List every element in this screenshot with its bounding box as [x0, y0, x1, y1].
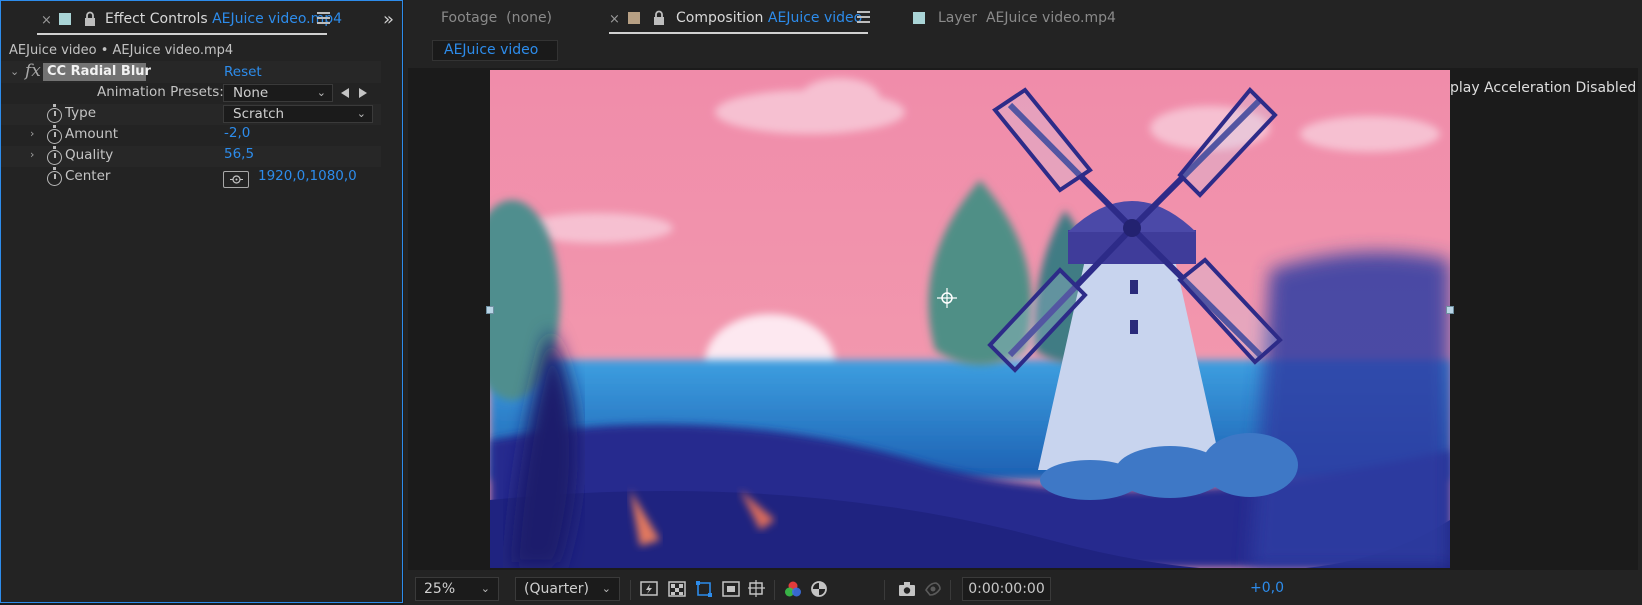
- comp-color-swatch: [628, 12, 640, 24]
- effect-controls-panel: × Effect Controls AEJuice video.mp4 » AE…: [0, 0, 403, 603]
- layer-breadcrumb: AEJuice video • AEJuice video.mp4: [9, 43, 234, 58]
- reset-button[interactable]: Reset: [224, 64, 262, 80]
- animation-presets-dropdown[interactable]: None ⌄: [223, 84, 333, 102]
- toolbar-separator: [630, 580, 631, 600]
- amount-value[interactable]: -2,0: [224, 125, 250, 141]
- camera-icon[interactable]: [898, 580, 916, 598]
- lock-icon[interactable]: [652, 10, 666, 26]
- viewer-toolbar: 25% ⌄ (Quarter) ⌄ +0,0 0:00:00:00: [408, 574, 1642, 605]
- toolbar-separator: [884, 580, 885, 600]
- type-label: Type: [65, 105, 97, 121]
- animation-presets-label: Animation Presets:: [97, 84, 224, 100]
- layer-color-swatch: [59, 13, 71, 25]
- footage-tab[interactable]: Footage (none): [441, 10, 552, 26]
- current-time-field[interactable]: 0:00:00:00: [962, 577, 1051, 601]
- layer-handle-right[interactable]: [1446, 306, 1454, 314]
- windmill-illustration: [490, 70, 1450, 568]
- composition-canvas[interactable]: [490, 70, 1450, 568]
- resolution-dropdown[interactable]: (Quarter) ⌄: [515, 577, 620, 601]
- panel-menu-icon[interactable]: [317, 12, 330, 24]
- toolbar-separator: [950, 580, 951, 600]
- stopwatch-icon[interactable]: [47, 167, 62, 186]
- center-label: Center: [65, 168, 111, 184]
- region-of-interest-icon[interactable]: [722, 580, 740, 598]
- fast-previews-icon[interactable]: [640, 580, 658, 598]
- display-acceleration-notice: Display Acceleration Disabled: [1428, 80, 1637, 96]
- layer-color-swatch: [913, 12, 925, 24]
- effect-controls-tabbar: × Effect Controls AEJuice video.mp4 »: [1, 1, 402, 39]
- layer-tab[interactable]: Layer AEJuice video.mp4: [938, 10, 1116, 26]
- mask-visibility-icon[interactable]: [695, 580, 713, 598]
- close-icon[interactable]: ×: [609, 12, 620, 27]
- anchor-point-icon[interactable]: [937, 288, 957, 308]
- chevron-right-icon[interactable]: ›: [30, 127, 34, 140]
- magnification-dropdown[interactable]: 25% ⌄: [415, 577, 499, 601]
- guides-icon[interactable]: [748, 580, 766, 598]
- panel-menu-icon[interactable]: [857, 11, 870, 23]
- chevron-double-right-icon[interactable]: »: [383, 9, 394, 30]
- lock-icon[interactable]: [83, 11, 97, 27]
- effect-controls-tab[interactable]: Effect Controls AEJuice video.mp4: [105, 11, 342, 27]
- transparency-grid-icon[interactable]: [668, 580, 686, 598]
- effect-name[interactable]: CC Radial Blur: [43, 63, 151, 81]
- composition-navigator-tab[interactable]: AEJuice video: [432, 40, 558, 61]
- layer-handle-left[interactable]: [486, 306, 494, 314]
- exposure-value[interactable]: +0,0: [1250, 580, 1284, 596]
- target-icon[interactable]: [223, 171, 249, 188]
- active-tab-underline: [609, 32, 868, 34]
- stopwatch-icon[interactable]: [47, 146, 62, 165]
- toolbar-separator: [774, 580, 775, 600]
- next-keyframe-icon[interactable]: [359, 88, 367, 98]
- color-channels-icon[interactable]: [784, 580, 802, 598]
- prev-keyframe-icon[interactable]: [341, 88, 349, 98]
- active-tab-underline: [37, 33, 327, 35]
- center-value[interactable]: 1920,0,1080,0: [258, 168, 357, 184]
- quality-value[interactable]: 56,5: [224, 146, 254, 162]
- stopwatch-icon[interactable]: [47, 104, 62, 123]
- chevron-down-icon[interactable]: ⌄: [10, 65, 19, 78]
- chevron-right-icon[interactable]: ›: [30, 148, 34, 161]
- stopwatch-icon[interactable]: [47, 125, 62, 144]
- show-snapshot-icon[interactable]: [924, 580, 942, 598]
- type-dropdown[interactable]: Scratch ⌄: [223, 105, 373, 123]
- composition-tab[interactable]: Composition AEJuice video: [676, 10, 862, 26]
- reset-exposure-icon[interactable]: [810, 580, 828, 598]
- fx-toggle-icon[interactable]: fx: [25, 61, 41, 81]
- close-icon[interactable]: ×: [41, 13, 52, 28]
- amount-label: Amount: [65, 126, 119, 142]
- quality-label: Quality: [65, 147, 114, 163]
